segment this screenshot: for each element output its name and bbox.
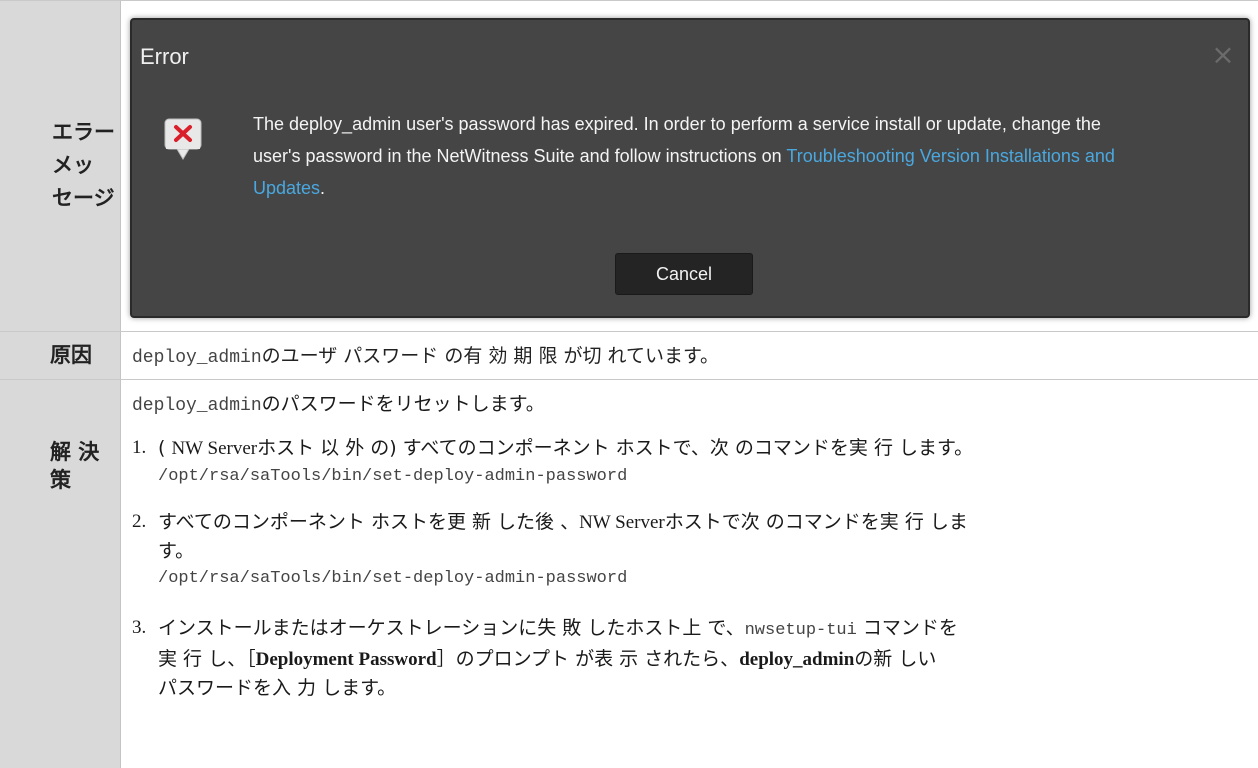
cancel-button[interactable]: Cancel [615, 253, 753, 295]
solution-intro: deploy_adminのパスワードをリセットします。 [132, 390, 545, 420]
step-command: /opt/rsa/saTools/bin/set-deploy-admin-pa… [158, 467, 628, 486]
step-text: 実 行 し、［ [158, 648, 256, 670]
step-text: すべてのコンポーネント ホストを更 新 した後 、 [158, 511, 580, 533]
error-message-row: エラー メッ セージ Error × The deploy_admin user… [0, 0, 1258, 332]
content-cell: deploy_adminのパスワードをリセットします。 1. ( NW Serv… [122, 380, 1258, 768]
label-cell: 原因 [0, 332, 121, 379]
step-text: ホストで次 のコマンドを実 行 しま [664, 511, 968, 533]
row-label-error-line3: セージ [52, 186, 115, 210]
close-icon[interactable]: × [1210, 41, 1236, 69]
step-number: 1. [132, 437, 147, 458]
step-text: ( [158, 437, 172, 459]
cause-text: deploy_adminのユーザ パスワード の有 効 期 限 が切 れています… [132, 342, 719, 372]
cause-username: deploy_admin [132, 348, 262, 368]
row-label-error-line2: メッ [52, 153, 94, 177]
step-bold-username: deploy_admin [739, 649, 855, 670]
dialog-title: Error [140, 44, 189, 69]
row-label-error-line1: エラー [52, 120, 115, 144]
solution-intro-text: のパスワードをリセットします。 [261, 393, 545, 415]
row-label-solution-line1: 解 決 [50, 440, 100, 464]
dialog-message: The deploy_admin user's password has exp… [253, 108, 1153, 204]
step-text: す。 [158, 540, 195, 562]
step-bold-term: Deployment Password [255, 649, 437, 670]
solution-username: deploy_admin [132, 396, 262, 416]
step-text: コマンドを [856, 617, 958, 639]
content-cell: Error × The deploy_admin user's password… [122, 1, 1258, 331]
label-cell: 解 決 策 [0, 380, 121, 768]
step-text: ホスト 以 外 の) すべてのコンポーネント ホストで、次 のコマンドを実 行 … [257, 437, 974, 459]
step-text: インストールまたはオーケストレーションに失 敗 したホスト上 で、 [158, 617, 745, 639]
error-x-icon [164, 118, 202, 162]
step-body: すべてのコンポーネント ホストを更 新 した後 、NW Serverホストで次 … [158, 508, 1248, 593]
cause-description: のユーザ パスワード の有 効 期 限 が切 れています。 [261, 345, 720, 367]
step-body: ( NW Serverホスト 以 外 の) すべてのコンポーネント ホストで、次… [158, 434, 1248, 491]
step-number: 2. [132, 511, 147, 532]
step-text: パスワードを入 力 します。 [158, 677, 397, 699]
label-cell: エラー メッ セージ [0, 1, 121, 331]
step-text: の新 しい [854, 648, 937, 670]
step-text: ］のプロンプト が表 示 されたら、 [436, 648, 740, 670]
step-server-name: NW Server [579, 512, 665, 533]
dialog-message-end: . [320, 178, 326, 198]
step-command-inline: nwsetup-tui [744, 621, 857, 640]
content-cell: deploy_adminのユーザ パスワード の有 効 期 限 が切 れています… [122, 332, 1258, 379]
step-body: インストールまたはオーケストレーションに失 敗 したホスト上 で、nwsetup… [158, 614, 1248, 702]
step-number: 3. [132, 617, 147, 638]
cause-row: 原因 deploy_adminのユーザ パスワード の有 効 期 限 が切 れて… [0, 332, 1258, 380]
step-command: /opt/rsa/saTools/bin/set-deploy-admin-pa… [158, 569, 628, 588]
troubleshooting-table: エラー メッ セージ Error × The deploy_admin user… [0, 0, 1258, 768]
error-dialog: Error × The deploy_admin user's password… [130, 18, 1250, 318]
step-server-name: NW Server [171, 438, 258, 459]
solution-row: 解 決 策 deploy_adminのパスワードをリセットします。 1. ( N… [0, 380, 1258, 768]
row-label-solution-line2: 策 [50, 468, 71, 492]
row-label-cause: 原因 [50, 343, 92, 367]
